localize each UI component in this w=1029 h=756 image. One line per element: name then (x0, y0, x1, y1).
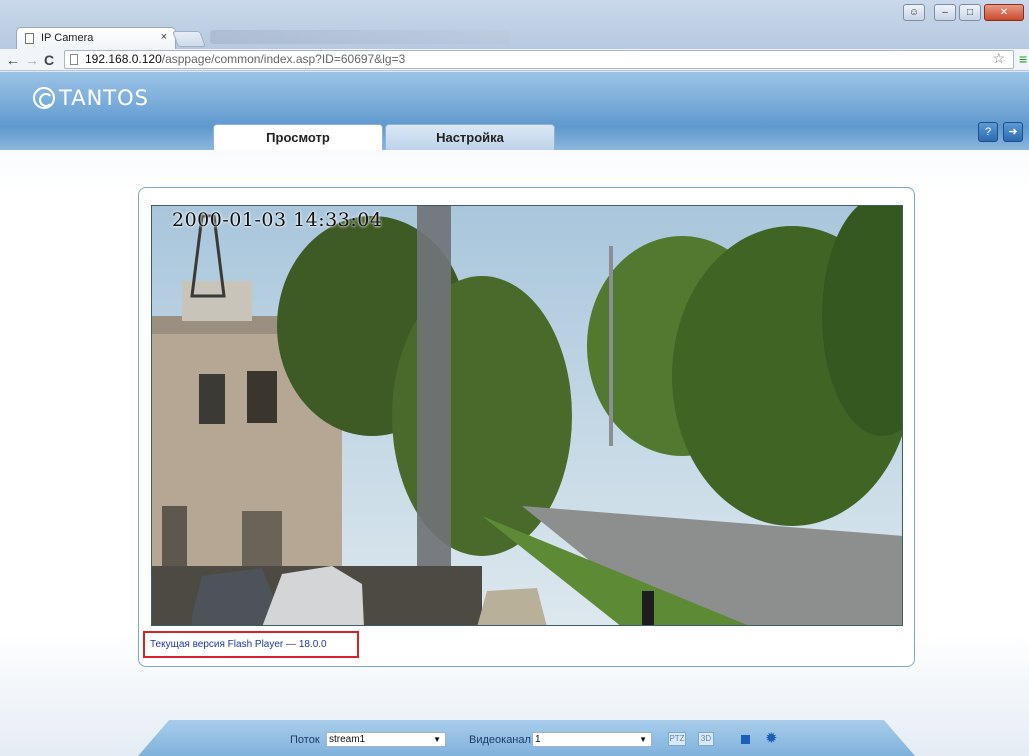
close-tab-icon[interactable]: × (161, 31, 167, 43)
video-panel: 2000-01-03 14:33:04 Текущая версия Flash… (138, 187, 915, 667)
window-controls: ☺ – □ ✕ (903, 4, 1024, 21)
osd-timestamp: 2000-01-03 14:33:04 (172, 209, 383, 231)
ptz-button[interactable]: PTZ (668, 732, 686, 746)
logout-icon[interactable]: ➜ (1003, 122, 1023, 142)
camera-app: TANTOS Просмотр Настройка ? ➜ 2000-01-03… (0, 72, 1029, 756)
browser-titlebar: IP Camera × ☺ – □ ✕ (0, 0, 1029, 50)
stream-select[interactable]: stream1 ▼ (326, 732, 446, 747)
background-tabs (210, 30, 510, 44)
logo-text: TANTOS (59, 86, 149, 110)
url-path: /asppage/common/index.asp?ID=60697&lg=3 (161, 52, 406, 66)
star-icon[interactable]: ☆ (992, 50, 1005, 67)
minimize-button[interactable]: – (934, 4, 956, 21)
camera-image (152, 206, 902, 625)
tab-view[interactable]: Просмотр (213, 124, 383, 150)
new-tab-button[interactable] (172, 31, 206, 47)
logo-icon (33, 87, 55, 109)
chevron-down-icon: ▼ (639, 735, 647, 744)
menu-icon[interactable]: ≡ (1019, 50, 1029, 68)
help-icon[interactable]: ? (978, 122, 998, 142)
stream-label: Поток (290, 734, 320, 746)
stop-icon[interactable] (741, 735, 750, 744)
page-icon (70, 54, 78, 65)
back-arrow-icon[interactable]: ← (6, 51, 20, 69)
app-header: TANTOS Просмотр Настройка ? ➜ (0, 72, 1029, 150)
channel-select-value: 1 (535, 734, 541, 745)
channel-select[interactable]: 1 ▼ (532, 732, 652, 747)
forward-arrow-icon[interactable]: → (25, 51, 39, 69)
url-host: 192.168.0.120 (85, 52, 162, 66)
maximize-button[interactable]: □ (959, 4, 981, 21)
3d-button[interactable]: 3D (698, 732, 714, 746)
address-bar[interactable]: 192.168.0.120/asppage/common/index.asp?I… (64, 50, 1014, 69)
flash-version-note: Текущая версия Flash Player — 18.0.0 (143, 631, 359, 658)
stream-select-value: stream1 (329, 734, 366, 745)
gear-icon[interactable]: ✹ (765, 729, 778, 747)
reload-icon[interactable]: C (44, 51, 54, 69)
chevron-down-icon: ▼ (433, 735, 441, 744)
user-icon[interactable]: ☺ (903, 4, 925, 21)
close-window-button[interactable]: ✕ (984, 4, 1024, 21)
tab-title: IP Camera (41, 32, 94, 44)
logo: TANTOS (33, 86, 149, 110)
channel-label: Видеоканал (469, 734, 531, 746)
video-stream[interactable]: 2000-01-03 14:33:04 (151, 205, 903, 626)
browser-tab[interactable]: IP Camera × (16, 27, 176, 49)
browser-toolbar: ← → C 192.168.0.120/asppage/common/index… (0, 49, 1029, 71)
page-icon (25, 33, 34, 44)
control-bar: Поток stream1 ▼ Видеоканал 1 ▼ PTZ 3D ✹ (138, 720, 915, 756)
tab-settings[interactable]: Настройка (385, 124, 555, 150)
